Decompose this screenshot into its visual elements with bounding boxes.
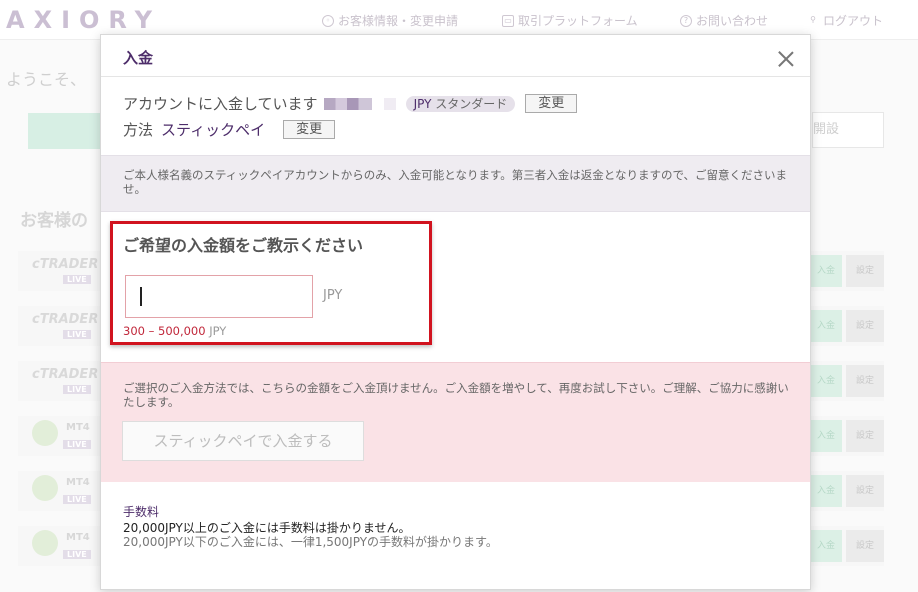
amount-label: ご希望の入金額をご教示ください <box>123 236 364 255</box>
close-icon[interactable] <box>778 51 794 67</box>
row-settings-button[interactable]: 設定 <box>846 475 884 507</box>
masked-account-number <box>383 97 396 110</box>
axiory-logo: AXIORY <box>6 6 161 34</box>
ownership-notice: ご本人様名義のスティックペイアカウントからのみ、入金可能となります。第三者入金は… <box>101 155 810 212</box>
account-line: アカウントに入金しています JPY スタンダード 変更 <box>123 93 578 114</box>
row-settings-button[interactable]: 設定 <box>846 365 884 397</box>
live-badge: LIVE <box>63 440 91 449</box>
amount-currency: JPY <box>323 288 343 303</box>
row-settings-button[interactable]: 設定 <box>846 530 884 562</box>
row-settings-button[interactable]: 設定 <box>846 420 884 452</box>
row-deposit-button[interactable]: 入金 <box>810 255 842 287</box>
error-message: ご選択のご入金方法では、こちらの金額をご入金頂けません。ご入金額を増やして、再度… <box>123 381 789 409</box>
nav-trading-platform[interactable]: ▭ 取引プラットフォーム <box>502 12 638 29</box>
modal-header: 入金 <box>101 35 810 77</box>
nav-logout[interactable]: ⚲ ログアウト <box>807 12 883 29</box>
nav-logout-label: ログアウト <box>823 14 884 28</box>
open-account-tab[interactable] <box>28 113 108 149</box>
settings-tab[interactable]: 開設 <box>812 112 884 148</box>
row-settings-button[interactable]: 設定 <box>846 310 884 342</box>
live-badge: LIVE <box>63 385 91 394</box>
error-panel: ご選択のご入金方法では、こちらの金額をご入金頂けません。ご入金額を増やして、再度… <box>101 362 810 482</box>
row-deposit-button[interactable]: 入金 <box>810 420 842 452</box>
ctrader-logo: cTRADER <box>32 257 99 272</box>
account-prefix: アカウントに入金しています <box>123 95 318 113</box>
fee-rule-charged: 20,000JPY以下のご入金には、一律1,500JPYの手数料が掛かります。 <box>123 535 498 549</box>
mt4-logo: MT4 <box>66 532 90 543</box>
mt4-logo: MT4 <box>66 477 90 488</box>
change-method-button[interactable]: 変更 <box>283 120 336 139</box>
modal-title: 入金 <box>123 49 154 67</box>
mt4-globe-icon <box>32 420 58 446</box>
nav-account-info-label: お客様情報・変更申請 <box>338 14 459 28</box>
mt4-logo: MT4 <box>66 422 90 433</box>
amount-section-highlight: ご希望の入金額をご教示ください JPY 300 – 500,000 JPY <box>110 221 432 345</box>
row-deposit-button[interactable]: 入金 <box>810 475 842 507</box>
platform-icon: ▭ <box>502 14 514 27</box>
welcome-text: ようこそ、 <box>6 70 87 89</box>
row-settings-button[interactable]: 設定 <box>846 255 884 287</box>
ctrader-logo: cTRADER <box>32 367 99 382</box>
nav-account-info[interactable]: ◦ お客様情報・変更申請 <box>322 12 458 29</box>
fee-title: 手数料 <box>123 505 160 519</box>
question-icon: ? <box>680 14 692 27</box>
user-circle-icon: ◦ <box>322 14 334 27</box>
mt4-globe-icon <box>32 475 58 501</box>
settings-tab-label: 開設 <box>813 122 840 137</box>
live-badge: LIVE <box>63 330 91 339</box>
nav-contact[interactable]: ? お問い合わせ <box>680 12 768 29</box>
amount-range: 300 – 500,000 JPY <box>123 324 226 338</box>
nav-trading-platform-label: 取引プラットフォーム <box>518 14 638 28</box>
account-type-badge: JPY スタンダード <box>405 95 516 112</box>
live-badge: LIVE <box>63 550 91 559</box>
account-currency: JPY <box>413 96 432 111</box>
mt4-globe-icon <box>32 530 58 556</box>
change-account-button[interactable]: 変更 <box>525 94 578 113</box>
live-badge: LIVE <box>63 495 91 504</box>
amount-input[interactable] <box>125 275 313 318</box>
section-title: お客様の <box>20 211 88 231</box>
nav-contact-label: お問い合わせ <box>696 14 769 28</box>
account-type: スタンダード <box>435 96 508 111</box>
row-deposit-button[interactable]: 入金 <box>810 365 842 397</box>
text-caret <box>140 287 142 306</box>
method-value: スティックペイ <box>161 121 266 139</box>
method-line: 方法 スティックペイ 変更 <box>123 119 336 140</box>
live-badge: LIVE <box>63 275 91 284</box>
deposit-submit-button[interactable]: スティックペイで入金する <box>122 421 364 461</box>
row-deposit-button[interactable]: 入金 <box>810 530 842 562</box>
deposit-modal: 入金 アカウントに入金しています JPY スタンダード 変更 方法 スティックペ… <box>100 34 811 590</box>
logout-icon: ⚲ <box>810 14 816 24</box>
masked-account-number <box>323 97 372 110</box>
amount-range-currency: JPY <box>209 324 227 338</box>
ctrader-logo: cTRADER <box>32 312 99 327</box>
method-label: 方法 <box>123 121 154 139</box>
amount-range-values: 300 – 500,000 <box>123 324 206 338</box>
row-deposit-button[interactable]: 入金 <box>810 310 842 342</box>
